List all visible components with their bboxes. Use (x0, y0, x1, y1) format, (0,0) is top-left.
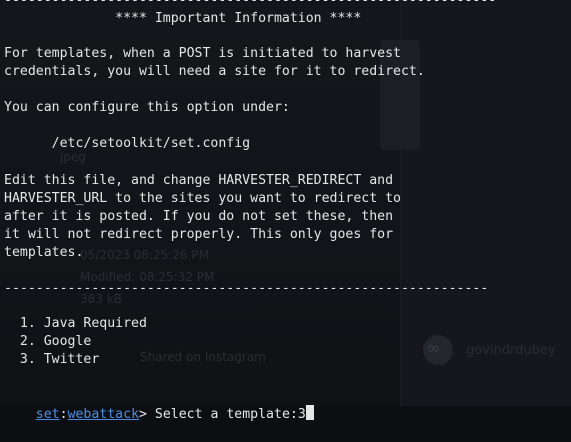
info-text-line: after it is posted. If you do not set th… (4, 209, 394, 224)
menu-option-twitter: 3. Twitter (4, 352, 100, 367)
info-text-line: Edit this file, and change HARVESTER_RED… (4, 173, 394, 188)
divider-bottom: ----------------------------------------… (4, 281, 489, 296)
prompt-module: webattack (67, 407, 140, 422)
template-input[interactable]: 3 (298, 407, 306, 422)
banner-title: **** Important Information **** (4, 11, 362, 26)
terminal-window[interactable]: ----------------------------------------… (0, 0, 571, 422)
config-path: /etc/setoolkit/set.config (4, 136, 251, 151)
menu-option-google: 2. Google (4, 334, 92, 349)
command-prompt-line[interactable]: set:webattack> Select a template:3 (4, 387, 314, 422)
menu-option-java-required: 1. Java Required (4, 316, 147, 331)
prompt-separator: : (59, 407, 68, 422)
prompt-context: set (35, 407, 60, 422)
info-text-line: credentials, you will need a site for it… (4, 64, 425, 79)
info-text-line: HARVESTER_URL to the sites you want to r… (4, 191, 401, 206)
prompt-question: Select a template: (146, 407, 298, 422)
prompt-arrow: > (139, 407, 147, 422)
text-cursor (305, 405, 314, 420)
info-text-line: it will not redirect properly. This only… (4, 227, 394, 242)
info-text-line: templates. (4, 245, 84, 260)
divider-top: ----------------------------------------… (4, 0, 497, 8)
info-text-line: For templates, when a POST is initiated … (4, 46, 401, 61)
info-text-line: You can configure this option under: (4, 100, 290, 115)
